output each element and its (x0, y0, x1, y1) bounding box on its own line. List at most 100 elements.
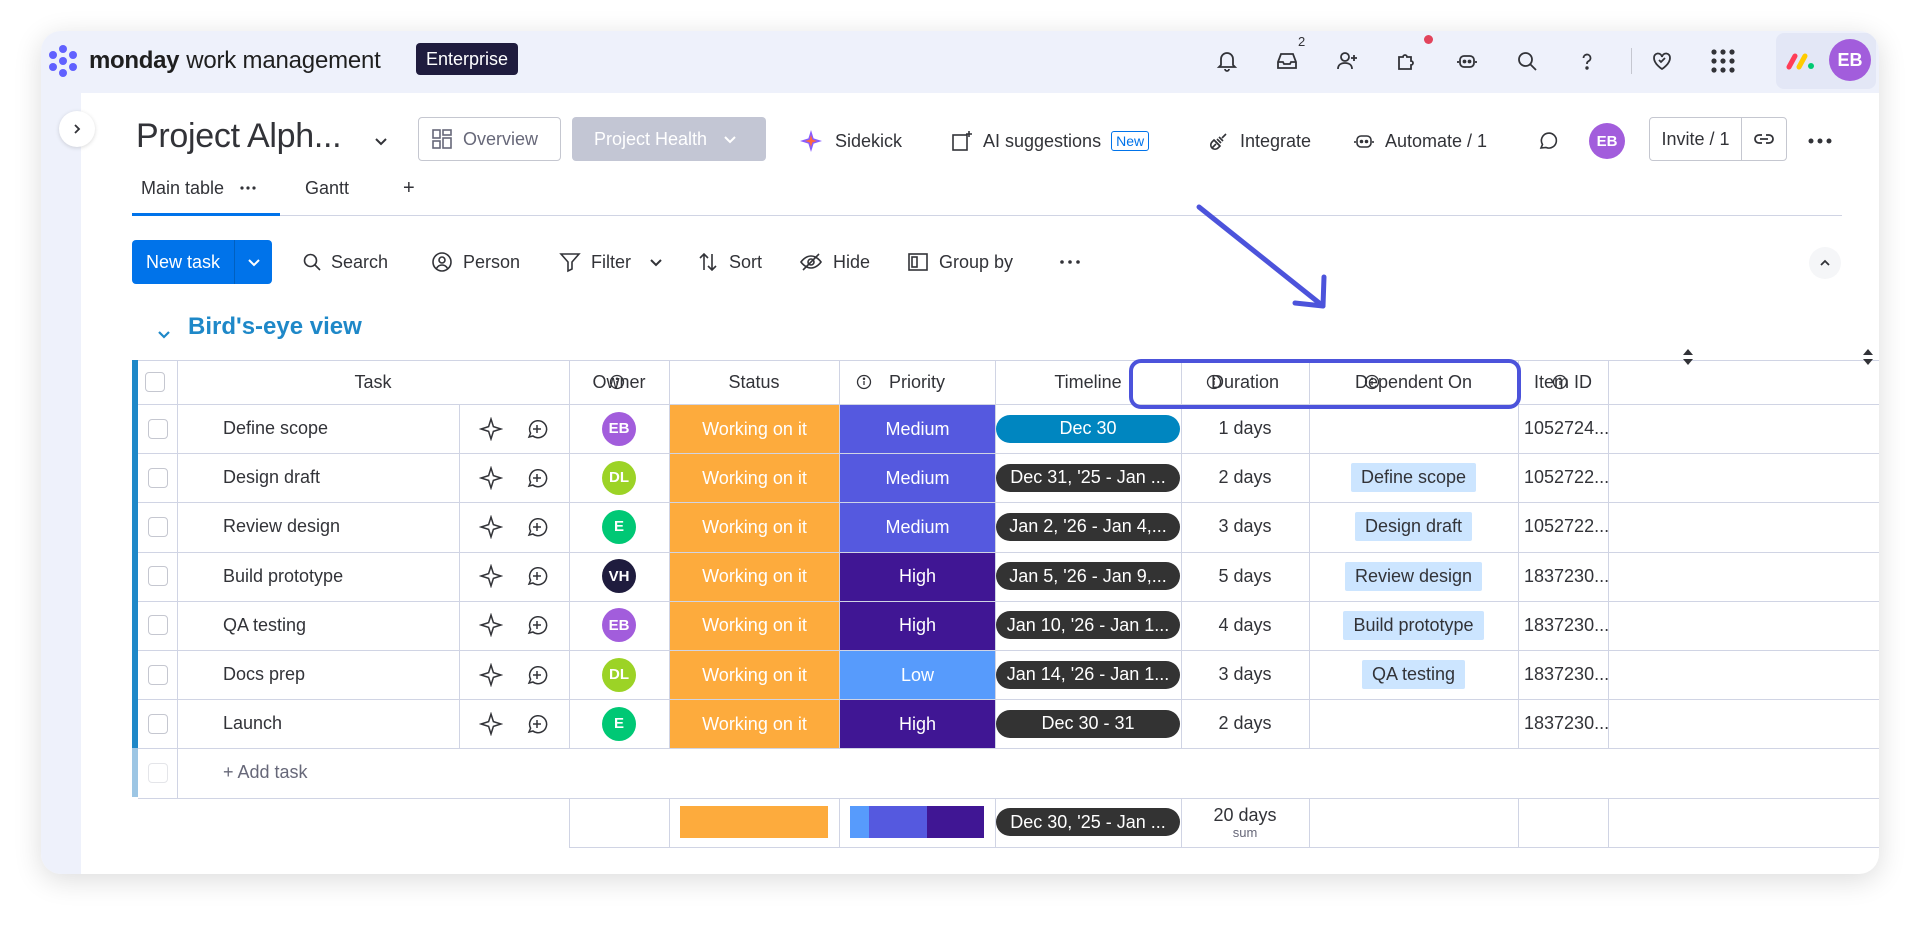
integrate-button[interactable]: Integrate (1208, 127, 1311, 155)
dependent-on-cell[interactable] (1309, 404, 1518, 453)
priority-cell[interactable]: High (840, 601, 995, 650)
row-checkbox[interactable] (147, 664, 168, 685)
info-icon[interactable] (1552, 374, 1568, 390)
owner-avatar[interactable]: E (602, 706, 636, 741)
owner-cell[interactable]: DL (569, 650, 669, 699)
robot-icon[interactable] (1451, 45, 1483, 77)
help-icon[interactable] (1571, 45, 1603, 77)
owner-cell[interactable]: EB (569, 404, 669, 453)
project-health-button[interactable]: Project Health (572, 117, 766, 161)
add-update-icon[interactable] (525, 712, 549, 736)
task-name[interactable]: QA testing (223, 601, 459, 650)
board-more-button[interactable] (1805, 127, 1835, 155)
sparkle-icon[interactable] (479, 465, 503, 490)
dependency-chip[interactable]: Build prototype (1343, 610, 1484, 640)
board-member-avatar[interactable]: EB (1589, 123, 1625, 159)
ai-suggestions-button[interactable]: AI suggestions New (951, 127, 1150, 155)
new-task-dropdown[interactable] (235, 255, 272, 269)
add-update-icon[interactable] (525, 417, 549, 441)
sparkle-icon[interactable] (479, 613, 503, 638)
row-checkbox-cell[interactable] (138, 453, 177, 502)
owner-cell[interactable]: EB (569, 601, 669, 650)
dependent-on-cell[interactable]: Design draft (1309, 502, 1518, 551)
collapse-header-button[interactable] (1809, 247, 1841, 279)
search-icon[interactable] (1511, 45, 1543, 77)
duration-summary[interactable]: 20 days sum (1181, 798, 1309, 847)
timeline-summary-pill[interactable]: Dec 30, '25 - Jan ... (996, 808, 1180, 837)
column-header-task[interactable]: Task (177, 360, 569, 404)
tab-main-table[interactable]: Main table (141, 175, 256, 201)
status-cell[interactable]: Working on it (670, 601, 839, 650)
account-menu[interactable]: EB (1776, 33, 1876, 89)
status-cell[interactable]: Working on it (670, 700, 839, 749)
select-all-checkbox[interactable] (144, 372, 165, 392)
heart-icon[interactable] (1646, 45, 1678, 77)
tab-gantt[interactable]: Gantt (305, 175, 349, 201)
owner-avatar[interactable]: VH (602, 559, 636, 594)
info-icon[interactable] (856, 374, 872, 390)
duration-cell[interactable]: 3 days (1181, 502, 1309, 551)
sparkle-icon[interactable] (479, 514, 503, 539)
add-update-icon[interactable] (525, 564, 549, 588)
sparkle-icon[interactable] (479, 711, 503, 736)
invite-person-icon[interactable] (1331, 45, 1363, 77)
task-name[interactable]: Build prototype (223, 552, 459, 601)
add-task-input[interactable]: + Add task (223, 748, 523, 797)
column-resize-sort-icon[interactable] (1861, 348, 1875, 366)
add-update-icon[interactable] (525, 515, 549, 539)
priority-cell[interactable]: Medium (840, 503, 995, 552)
collapse-group-button[interactable] (151, 321, 177, 347)
column-resize-sort-icon[interactable] (1681, 348, 1695, 366)
row-checkbox-cell[interactable] (138, 699, 177, 748)
invite-button[interactable]: Invite / 1 (1650, 118, 1742, 160)
timeline-pill[interactable]: Jan 5, '26 - Jan 9,... (996, 562, 1180, 591)
add-update-icon[interactable] (525, 663, 549, 687)
row-checkbox-cell[interactable] (138, 552, 177, 601)
board-title[interactable]: Project Alph... (136, 117, 342, 156)
inbox-icon[interactable] (1271, 45, 1303, 77)
duration-cell[interactable]: 1 days (1181, 404, 1309, 453)
dependent-on-cell[interactable]: Build prototype (1309, 601, 1518, 650)
timeline-cell[interactable]: Jan 10, '26 - Jan 1... (995, 601, 1181, 650)
info-icon[interactable] (609, 374, 625, 390)
sort-button[interactable]: Sort (697, 249, 762, 275)
board-title-dropdown[interactable] (367, 127, 395, 155)
row-checkbox[interactable] (147, 516, 168, 537)
owner-cell[interactable]: DL (569, 453, 669, 502)
hide-button[interactable]: Hide (799, 249, 870, 275)
owner-avatar[interactable]: EB (602, 411, 636, 446)
timeline-cell[interactable]: Jan 5, '26 - Jan 9,... (995, 552, 1181, 601)
puzzle-icon[interactable] (1391, 45, 1423, 77)
dependent-on-cell[interactable]: Define scope (1309, 453, 1518, 502)
owner-cell[interactable]: VH (569, 552, 669, 601)
priority-cell[interactable]: High (840, 552, 995, 601)
row-checkbox[interactable] (147, 566, 168, 587)
duration-cell[interactable]: 2 days (1181, 699, 1309, 748)
timeline-pill[interactable]: Dec 31, '25 - Jan ... (996, 463, 1180, 492)
brand-logo[interactable]: monday work management (45, 43, 381, 79)
owner-avatar[interactable]: EB (602, 608, 636, 643)
automate-button[interactable]: Automate / 1 (1353, 127, 1487, 155)
status-cell[interactable]: Working on it (670, 651, 839, 700)
duration-cell[interactable]: 5 days (1181, 552, 1309, 601)
duration-cell[interactable]: 4 days (1181, 601, 1309, 650)
timeline-pill[interactable]: Jan 2, '26 - Jan 4,... (996, 512, 1180, 541)
more-dots-icon[interactable] (240, 186, 256, 190)
timeline-cell[interactable]: Dec 31, '25 - Jan ... (995, 453, 1181, 502)
expand-sidebar-button[interactable] (59, 111, 95, 147)
priority-cell[interactable]: Medium (840, 454, 995, 503)
row-checkbox-cell[interactable] (138, 650, 177, 699)
priority-cell[interactable]: Low (840, 651, 995, 700)
status-summary-bar[interactable] (680, 805, 828, 838)
copy-link-button[interactable] (1742, 128, 1786, 150)
dependency-chip[interactable]: Design draft (1354, 512, 1473, 542)
row-checkbox[interactable] (147, 418, 168, 439)
status-cell[interactable]: Working on it (670, 552, 839, 601)
priority-cell[interactable]: Medium (840, 405, 995, 454)
filter-button[interactable]: Filter (559, 249, 663, 275)
add-update-icon[interactable] (525, 466, 549, 490)
sidekick-button[interactable]: Sidekick (799, 127, 902, 155)
timeline-cell[interactable]: Dec 30 - 31 (995, 699, 1181, 748)
duration-cell[interactable]: 3 days (1181, 650, 1309, 699)
row-checkbox-cell[interactable] (138, 601, 177, 650)
